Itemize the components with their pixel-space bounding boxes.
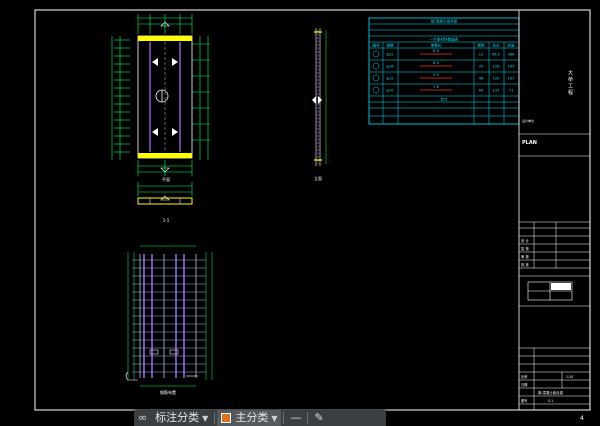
drawing-name: 钢-混凝土组合梁 [538, 390, 564, 395]
table-row-2-mass: 199 [508, 65, 516, 69]
page-number: 4 [580, 415, 584, 422]
table-header-0: 编号 [372, 43, 380, 48]
annotation-category-label: 标注分类 [155, 411, 200, 424]
table-row-1-mass: 286 [508, 53, 516, 57]
table-row-1-num: 12 [479, 53, 484, 57]
toolbar-divider [214, 412, 216, 424]
sign-label-3: 审 核 [521, 254, 529, 259]
main-category-dropdown[interactable]: 主分类 ▼ [217, 410, 282, 426]
table-row-2-total: 126 [493, 65, 501, 69]
plan-label: PLAN [522, 140, 537, 146]
table-row-3-len: 2.5 [433, 73, 439, 77]
pen-tool-button[interactable]: ✎ [310, 410, 327, 426]
line-weight-icon: — [290, 411, 302, 424]
table-row-4-spec: φ10 [387, 89, 395, 93]
sign-label-4: 批 准 [521, 262, 529, 267]
table-row-3-total: 120 [493, 77, 501, 81]
scale-value: 1:20 [566, 375, 573, 379]
table-row-4-total: 115 [493, 89, 500, 93]
table-row-2-len: 6.3 [433, 61, 439, 65]
bottom-toolbar: ∞ 标注分类 ▼ 主分类 ▼ — ✎ [134, 410, 386, 426]
title-block[interactable]: 大 桥 工 程 设计单位 PLAN 设 计 复 核 审 核 批 准 比例 1:2… [518, 10, 590, 410]
chevron-down-icon: ▼ [271, 413, 278, 423]
link-rings-icon: ∞ [138, 411, 148, 424]
table-row-4-len: 1.8 [433, 85, 439, 89]
material-table[interactable]: 钢-混凝土组合梁 一片梁材料数量表 编号 规格 单根长 根数 总长 质量 φ22… [368, 17, 520, 125]
sign-label-1: 设 计 [521, 238, 529, 243]
elevation-view-label: 立面 [314, 175, 322, 181]
table-row-2-num: 20 [479, 65, 484, 69]
line-weight-button[interactable]: — [286, 410, 305, 426]
table-row-3-spec: φ12 [387, 77, 394, 81]
table-header-4: 总长 [492, 43, 500, 48]
toolbar-divider [307, 412, 309, 424]
color-swatch-icon [221, 413, 232, 423]
annotation-category-dropdown[interactable]: 标注分类 ▼ [151, 410, 212, 426]
table-title: 钢-混凝土组合梁 [431, 19, 458, 24]
plan-view-label: 平面 [162, 177, 170, 182]
table-header-5: 质量 [507, 43, 515, 48]
elevation-view[interactable]: 立面 [312, 28, 327, 181]
scale-label: 比例 [521, 374, 527, 379]
plan-view[interactable]: 平面 [111, 14, 210, 182]
chevron-down-icon: ▼ [202, 413, 209, 423]
pen-icon: ✎ [314, 411, 324, 424]
main-category-label: 主分类 [235, 411, 269, 424]
rebar-view[interactable]: 钢筋布置 [125, 245, 213, 395]
annotation-filter-button[interactable]: ∞ [134, 410, 151, 426]
table-row-4-num: 64 [479, 89, 484, 93]
table-row-4-mass: 71 [509, 89, 514, 93]
date-label: 日期 [521, 382, 527, 387]
table-row-3-num: 48 [479, 77, 484, 81]
table-row-1-spec: φ22 [387, 53, 394, 57]
sign-label-2: 复 核 [521, 246, 529, 251]
rebar-view-label: 钢筋布置 [160, 389, 176, 395]
sheet-label: 图号 [521, 398, 527, 403]
table-header-3: 根数 [477, 43, 485, 48]
sheet-frame [34, 9, 591, 411]
table-row-1-len: 8.0 [433, 49, 439, 53]
table-row-3-mass: 107 [508, 77, 515, 81]
section-view[interactable]: 1-1 [137, 182, 193, 223]
project-name: 大 桥 工 程 [567, 69, 573, 96]
table-header-2: 单根长 [431, 43, 442, 48]
table-subtitle: 一片梁材料数量表 [430, 37, 459, 42]
company-name: 设计单位 [522, 118, 534, 123]
sheet-value: S-1 [548, 399, 553, 403]
section-view-label: 1-1 [163, 218, 170, 223]
table-row-1-total: 96.0 [492, 53, 501, 57]
table-footer-title: 合计 [440, 97, 448, 102]
toolbar-divider [283, 412, 285, 424]
table-row-2-spec: φ16 [387, 65, 395, 69]
drawing-canvas[interactable]: 平面 1-1 立面 钢筋布置 钢-混凝土组合梁 一片梁材料数量表 编号 规格 单… [0, 0, 600, 426]
table-header-1: 规格 [386, 43, 394, 48]
